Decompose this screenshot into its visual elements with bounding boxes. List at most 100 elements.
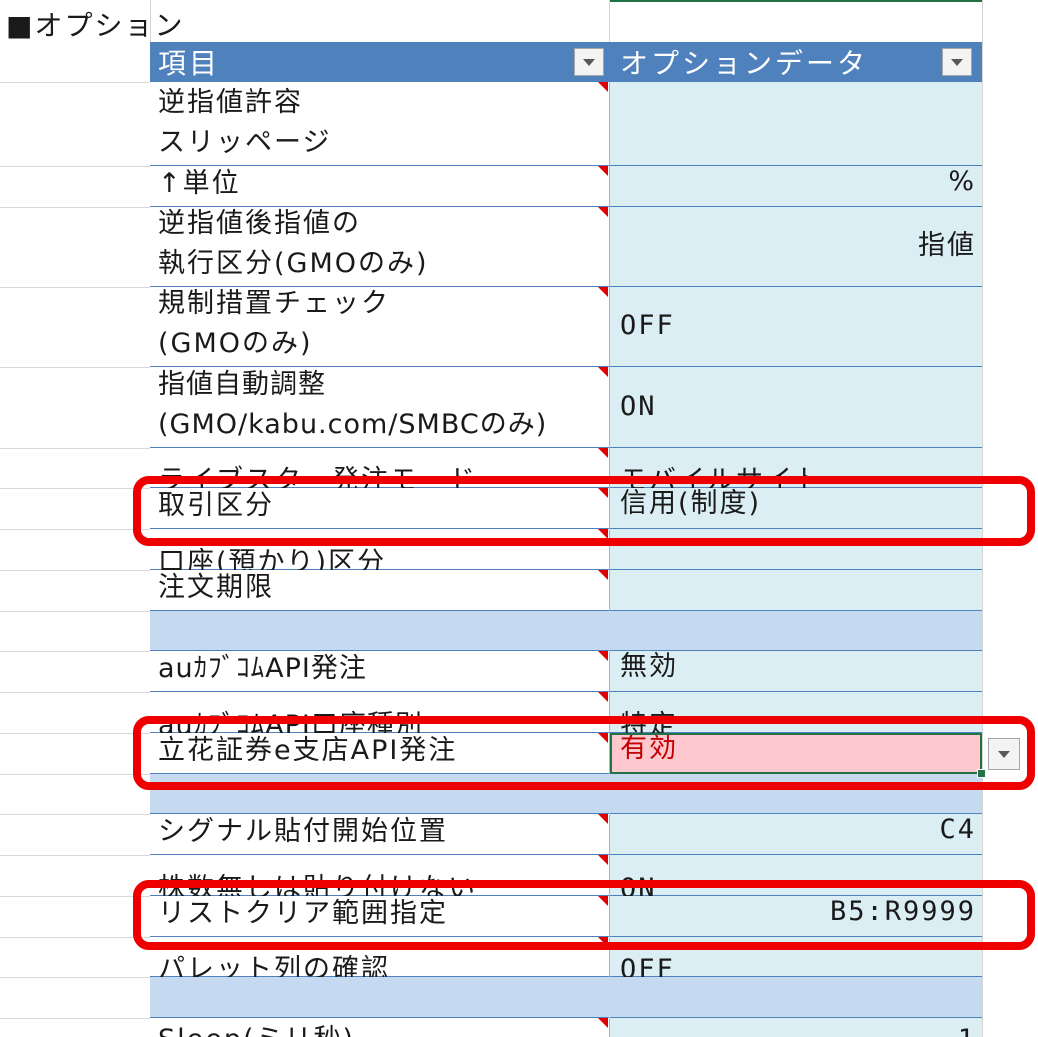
grid-row-line bbox=[0, 367, 150, 368]
title-row: ■オプション bbox=[0, 0, 1038, 42]
cell-divider bbox=[609, 166, 610, 207]
filter-dropdown-icon[interactable] bbox=[574, 48, 604, 76]
value-cell-selected[interactable]: 有効 bbox=[610, 733, 982, 774]
value-cell[interactable]: OFF bbox=[610, 937, 982, 977]
filter-dropdown-icon[interactable] bbox=[942, 48, 972, 76]
item-cell[interactable]: 逆指値後指値の 執行区分(GMOのみ) bbox=[150, 207, 609, 287]
spacer-row bbox=[150, 611, 982, 651]
grid-row-line bbox=[0, 488, 150, 489]
fill-handle[interactable] bbox=[977, 769, 986, 778]
value-text: 有効 bbox=[620, 733, 678, 764]
item-cell[interactable] bbox=[150, 977, 609, 1018]
grid-column-line bbox=[982, 0, 983, 1037]
table-row: シグナル貼付開始位置 C4 bbox=[150, 814, 982, 855]
header-option-data[interactable]: オプションデータ bbox=[620, 42, 868, 82]
item-label: パレット列の確認 bbox=[158, 954, 390, 977]
grid-row-line bbox=[0, 611, 150, 612]
value-text: 無効 bbox=[620, 651, 678, 682]
cell-divider bbox=[609, 207, 610, 287]
value-cell[interactable]: 指値 bbox=[610, 207, 982, 287]
comment-indicator-icon[interactable] bbox=[598, 488, 608, 498]
item-cell[interactable]: 取引区分 bbox=[150, 488, 609, 529]
comment-indicator-icon[interactable] bbox=[598, 651, 608, 661]
comment-indicator-icon[interactable] bbox=[598, 570, 608, 580]
item-cell[interactable]: 株数無しは貼り付けない bbox=[150, 855, 609, 896]
comment-indicator-icon[interactable] bbox=[598, 82, 608, 92]
value-text: % bbox=[948, 166, 976, 197]
cell-divider bbox=[609, 855, 610, 896]
grid-row-line bbox=[0, 570, 150, 571]
table-row: auｶﾌﾞｺﾑAPI発注 無効 bbox=[150, 651, 982, 692]
cell-divider bbox=[609, 814, 610, 855]
value-text: モバイルサイト bbox=[620, 465, 823, 488]
cell-dropdown-button[interactable] bbox=[988, 738, 1020, 770]
grid-row-line bbox=[0, 207, 150, 208]
cell-divider bbox=[609, 651, 610, 692]
value-cell[interactable] bbox=[610, 977, 982, 1018]
value-cell[interactable] bbox=[610, 529, 982, 570]
comment-indicator-icon[interactable] bbox=[598, 855, 608, 865]
item-cell[interactable]: ライブスター発注モード bbox=[150, 448, 609, 488]
comment-indicator-icon[interactable] bbox=[598, 367, 608, 377]
item-label: 口座(預かり)区分 bbox=[158, 547, 387, 570]
item-cell[interactable] bbox=[150, 774, 609, 814]
item-cell[interactable]: Sleep(ミリ秒) bbox=[150, 1018, 609, 1037]
value-cell[interactable]: 無効 bbox=[610, 651, 982, 692]
value-cell[interactable]: B5:R9999 bbox=[610, 896, 982, 937]
item-cell[interactable] bbox=[150, 611, 609, 651]
grid-row-line bbox=[0, 733, 150, 734]
item-cell[interactable]: 立花証券e支店API発注 bbox=[150, 733, 609, 774]
grid-row-line bbox=[0, 692, 150, 693]
item-cell[interactable]: 指値自動調整 (GMO/kabu.com/SMBCのみ) bbox=[150, 367, 609, 448]
value-cell[interactable]: % bbox=[610, 166, 982, 207]
section-title[interactable]: ■オプション bbox=[6, 4, 184, 44]
grid-row-line bbox=[0, 1018, 150, 1019]
value-cell[interactable]: 1 bbox=[610, 1018, 982, 1037]
item-cell[interactable]: 注文期限 bbox=[150, 570, 609, 611]
value-cell[interactable] bbox=[610, 611, 982, 651]
value-text: 指値 bbox=[918, 230, 976, 261]
cell-divider bbox=[609, 1018, 610, 1037]
comment-indicator-icon[interactable] bbox=[598, 448, 608, 458]
comment-indicator-icon[interactable] bbox=[598, 207, 608, 217]
item-cell[interactable]: シグナル貼付開始位置 bbox=[150, 814, 609, 855]
comment-indicator-icon[interactable] bbox=[598, 166, 608, 176]
comment-indicator-icon[interactable] bbox=[598, 529, 608, 539]
value-cell[interactable]: 特定 bbox=[610, 692, 982, 733]
value-cell[interactable]: 信用(制度) bbox=[610, 488, 982, 529]
item-cell[interactable]: 逆指値許容 スリッページ bbox=[150, 82, 609, 166]
comment-indicator-icon[interactable] bbox=[598, 733, 608, 743]
table-row: 規制措置チェック (GMOのみ) OFF bbox=[150, 287, 982, 367]
item-cell[interactable]: 口座(預かり)区分 bbox=[150, 529, 609, 570]
value-cell[interactable]: OFF bbox=[610, 287, 982, 367]
value-cell[interactable]: モバイルサイト bbox=[610, 448, 982, 488]
comment-indicator-icon[interactable] bbox=[598, 896, 608, 906]
grid-row-line bbox=[0, 529, 150, 530]
item-label: 逆指値許容 スリッページ bbox=[158, 87, 332, 158]
value-cell[interactable] bbox=[610, 774, 982, 814]
value-cell[interactable] bbox=[610, 570, 982, 611]
item-cell[interactable]: auｶﾌﾞｺﾑAPI発注 bbox=[150, 651, 609, 692]
item-cell[interactable]: 規制措置チェック (GMOのみ) bbox=[150, 287, 609, 367]
comment-indicator-icon[interactable] bbox=[598, 937, 608, 947]
cell-divider bbox=[609, 287, 610, 367]
item-cell[interactable]: auｶﾌﾞｺﾑAPI口座種別 bbox=[150, 692, 609, 733]
comment-indicator-icon[interactable] bbox=[598, 1018, 608, 1028]
item-label: 逆指値後指値の 執行区分(GMOのみ) bbox=[158, 208, 429, 279]
grid-row-line bbox=[0, 774, 150, 775]
item-cell[interactable]: ↑単位 bbox=[150, 166, 609, 207]
value-text: C4 bbox=[939, 814, 976, 845]
item-cell[interactable]: パレット列の確認 bbox=[150, 937, 609, 977]
item-cell[interactable]: リストクリア範囲指定 bbox=[150, 896, 609, 937]
value-text: 信用(制度) bbox=[620, 488, 762, 519]
table-row: auｶﾌﾞｺﾑAPI口座種別 特定 bbox=[150, 692, 982, 733]
value-cell[interactable]: ON bbox=[610, 855, 982, 896]
value-cell[interactable] bbox=[610, 82, 982, 166]
header-item[interactable]: 項目 bbox=[158, 42, 220, 82]
comment-indicator-icon[interactable] bbox=[598, 692, 608, 702]
active-column-indicator bbox=[610, 0, 982, 2]
value-cell[interactable]: ON bbox=[610, 367, 982, 448]
comment-indicator-icon[interactable] bbox=[598, 287, 608, 297]
comment-indicator-icon[interactable] bbox=[598, 814, 608, 824]
value-cell[interactable]: C4 bbox=[610, 814, 982, 855]
